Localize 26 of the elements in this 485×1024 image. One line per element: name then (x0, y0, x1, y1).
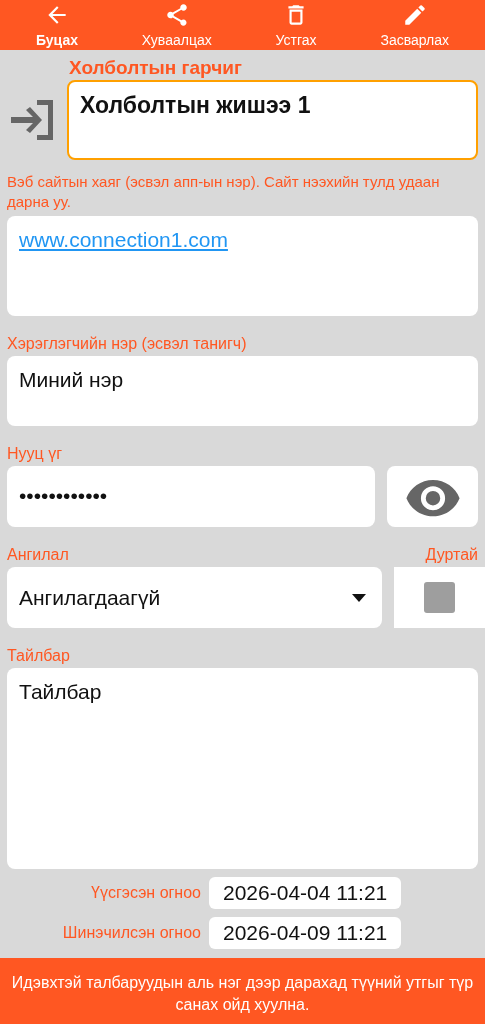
username-field[interactable]: Миний нэр (7, 356, 478, 426)
field-label: Дуртай (425, 545, 478, 565)
toolbar-button[interactable]: Устгах (269, 0, 323, 50)
date-value: 2026-04-04 11:21 (209, 877, 402, 909)
field-label: Вэб сайтын хаяг (эсвэл апп-ын нэр). Сайт нээхийн тулд удаан дарна уу. (7, 172, 441, 212)
dropdown-caret-icon (352, 593, 366, 602)
toolbar-button[interactable]: Засварлах (374, 0, 456, 50)
date-label: Үүсгэсэн огноо (90, 884, 201, 902)
title-field[interactable]: Холболтын жишээ 1 (67, 80, 478, 160)
field-label: Ангилал (7, 545, 69, 565)
password-field[interactable]: •••••••••••• (7, 466, 375, 527)
category-dropdown[interactable]: Ангилагдаагүй (7, 567, 382, 628)
hint-banner: Идэвхтэй талбаруудын аль нэг дээр дарахад түүний утгыг түр санах ойд хуулна. (0, 958, 485, 1024)
favorite-checkbox[interactable] (424, 582, 455, 613)
date-value: 2026-04-09 11:21 (209, 917, 402, 949)
description-field[interactable]: Тайлбар (7, 668, 478, 869)
field-label: Холболтын гарчиг (69, 58, 243, 78)
field-label: Тайлбар (7, 646, 71, 666)
url-link[interactable]: www.connection1.com (19, 228, 228, 251)
field-label: Хэрэглэгчийн нэр (эсвэл танигч) (7, 334, 248, 354)
toolbar-button[interactable]: Буцах (29, 0, 84, 50)
toolbar-button[interactable]: Хуваалцах (135, 0, 218, 50)
url-field[interactable]: www.connection1.com (7, 216, 478, 316)
field-label: Нууц үг (7, 444, 63, 464)
date-label: Шинэчилсэн огноо (61, 924, 201, 942)
show-password-button[interactable] (387, 466, 478, 527)
